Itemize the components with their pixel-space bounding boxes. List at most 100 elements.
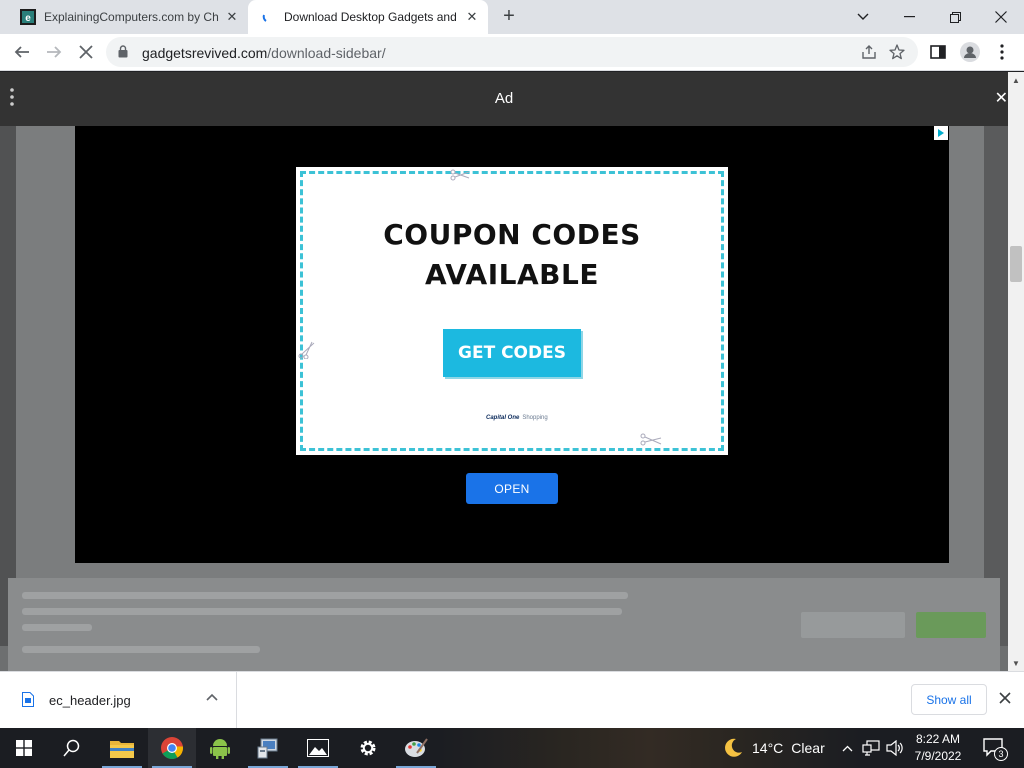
- cookie-banner-blurred: [8, 578, 1000, 671]
- scrollbar-thumb[interactable]: [1010, 246, 1022, 282]
- url-path: /download-sidebar/: [267, 45, 386, 61]
- downloads-bar: ec_header.jpg Show all: [0, 671, 1024, 729]
- side-panel-button[interactable]: [924, 38, 952, 66]
- tab-download-gadgets[interactable]: Download Desktop Gadgets and ✕: [248, 0, 488, 34]
- paint-button[interactable]: [392, 728, 440, 768]
- scroll-up-icon[interactable]: ▲: [1012, 76, 1020, 85]
- blurred-text-line: [22, 608, 622, 615]
- coupon-headline-line2: AVAILABLE: [425, 258, 599, 291]
- arrow-left-icon: [14, 46, 29, 58]
- bookmark-star-icon[interactable]: [888, 43, 906, 61]
- weather-condition: Clear: [791, 740, 825, 756]
- weather-widget[interactable]: 14°C Clear: [722, 728, 825, 768]
- stop-loading-button[interactable]: [72, 38, 100, 66]
- blurred-text-line: [22, 624, 92, 631]
- close-icon: [995, 11, 1007, 23]
- notification-badge: 3: [994, 747, 1008, 761]
- network-button[interactable]: [860, 728, 882, 768]
- url-domain: gadgetsrevived.com: [142, 45, 268, 61]
- photos-button[interactable]: [294, 728, 342, 768]
- address-bar[interactable]: gadgetsrevived.com/download-sidebar/: [106, 37, 918, 67]
- download-item[interactable]: ec_header.jpg: [0, 672, 237, 729]
- tab-title: Download Desktop Gadgets and: [284, 10, 457, 24]
- search-icon: [63, 739, 80, 757]
- download-file-name: ec_header.jpg: [49, 693, 131, 708]
- action-center-button[interactable]: 3: [983, 737, 1008, 762]
- site-favicon-icon: e: [20, 9, 36, 25]
- close-icon[interactable]: [998, 691, 1012, 705]
- system-clock[interactable]: 8:22 AM 7/9/2022: [906, 731, 970, 765]
- logo-brand: Capital One: [486, 415, 520, 421]
- search-button[interactable]: [48, 728, 96, 768]
- clock-time: 8:22 AM: [915, 732, 961, 746]
- page-background: [0, 126, 16, 646]
- chrome-button[interactable]: [148, 728, 196, 768]
- browser-toolbar: gadgetsrevived.com/download-sidebar/: [0, 34, 1024, 71]
- coupon-ad[interactable]: COUPON CODES AVAILABLE GET CODES Capital…: [296, 167, 728, 455]
- tab-strip: e ExplainingComputers.com by Ch ✕ Downlo…: [0, 0, 1024, 34]
- blurred-text-line: [22, 592, 628, 599]
- restore-icon: [949, 11, 961, 23]
- speaker-icon: [886, 740, 903, 756]
- page-background: [984, 126, 1008, 646]
- scroll-down-icon[interactable]: ▼: [1012, 659, 1020, 668]
- side-panel-icon: [930, 45, 946, 59]
- android-icon: [210, 739, 230, 759]
- get-codes-button[interactable]: GET CODES: [443, 329, 581, 377]
- show-all-button[interactable]: Show all: [911, 684, 987, 715]
- open-button[interactable]: OPEN: [466, 473, 558, 504]
- show-hidden-icons-button[interactable]: [838, 728, 856, 768]
- chrome-icon: [161, 737, 183, 759]
- image-icon: [307, 739, 329, 757]
- close-icon: [79, 45, 93, 59]
- weather-temp: 14°C: [752, 740, 784, 756]
- folder-icon: [110, 741, 134, 758]
- ad-container: COUPON CODES AVAILABLE GET CODES Capital…: [75, 126, 949, 563]
- arrow-right-icon: [47, 46, 62, 58]
- share-icon[interactable]: [860, 43, 878, 61]
- tab-close-icon[interactable]: ✕: [462, 7, 482, 27]
- vertical-scrollbar[interactable]: ▲ ▼: [1008, 72, 1024, 671]
- more-vertical-icon: [1000, 44, 1004, 60]
- minimize-button[interactable]: [886, 0, 932, 34]
- control-panel-button[interactable]: [244, 728, 292, 768]
- tab-close-icon[interactable]: ✕: [222, 7, 242, 27]
- coupon-headline-line1: COUPON CODES: [383, 218, 641, 251]
- chevron-down-icon: [857, 13, 869, 20]
- minimize-icon: [903, 16, 915, 18]
- coupon-headline: COUPON CODES AVAILABLE: [296, 215, 728, 295]
- settings-button[interactable]: [344, 728, 392, 768]
- cookie-accept-button: [916, 612, 986, 638]
- android-studio-button[interactable]: [196, 728, 244, 768]
- clock-date: 7/9/2022: [914, 749, 962, 763]
- ad-close-icon[interactable]: ✕: [995, 88, 1008, 108]
- scissors-icon: [298, 341, 315, 359]
- windows-logo-icon: [16, 740, 32, 756]
- tab-explainingcomputers[interactable]: e ExplainingComputers.com by Ch ✕: [8, 0, 249, 34]
- page-viewport: Ad ✕ COUPON CODES AVAILABLE GET CODES Ca…: [0, 72, 1008, 671]
- ad-header: Ad ✕: [0, 72, 1008, 126]
- chevron-up-icon[interactable]: [206, 693, 218, 701]
- gear-icon: [360, 740, 376, 756]
- avatar-icon: [960, 42, 980, 62]
- cookie-settings-button: [801, 612, 905, 638]
- lock-icon: [118, 45, 128, 58]
- profile-button[interactable]: [956, 38, 984, 66]
- start-button[interactable]: [0, 728, 48, 768]
- browser-menu-button[interactable]: [988, 38, 1016, 66]
- url-text: gadgetsrevived.com/download-sidebar/: [142, 45, 386, 61]
- forward-button[interactable]: [40, 38, 68, 66]
- close-window-button[interactable]: [978, 0, 1024, 34]
- restore-button[interactable]: [932, 0, 978, 34]
- tab-search-button[interactable]: [840, 0, 886, 34]
- back-button[interactable]: [8, 38, 36, 66]
- new-tab-button[interactable]: +: [498, 6, 520, 28]
- volume-button[interactable]: [884, 728, 906, 768]
- blurred-text-line: [22, 646, 260, 653]
- ad-label: Ad: [494, 90, 514, 107]
- logo-sub: Shopping: [522, 415, 548, 421]
- capital-one-shopping-logo: Capital One Shopping: [486, 415, 548, 421]
- adchoices-icon[interactable]: [934, 126, 948, 140]
- loading-spinner-icon: [262, 14, 267, 22]
- file-explorer-button[interactable]: [98, 728, 146, 768]
